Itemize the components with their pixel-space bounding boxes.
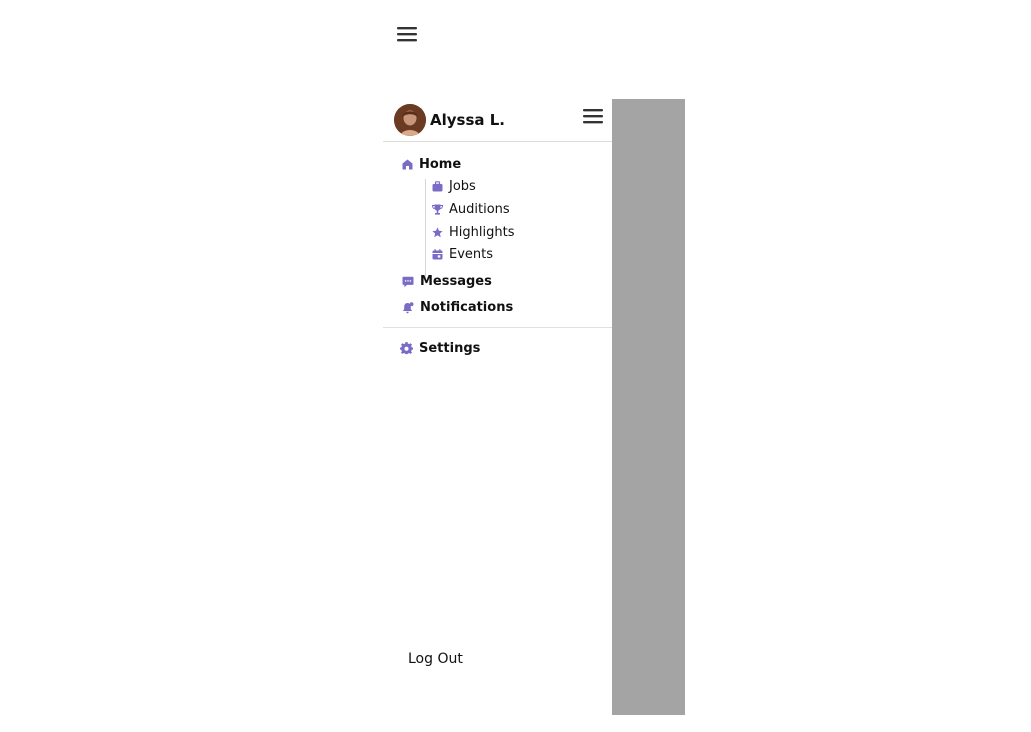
logout-button[interactable]: Log Out — [408, 651, 463, 667]
trophy-icon — [432, 204, 443, 215]
nav-item-notifications[interactable]: Notifications — [402, 300, 513, 315]
nav-item-events[interactable]: Events — [432, 247, 493, 262]
bell-icon — [402, 301, 414, 313]
briefcase-icon — [432, 181, 443, 192]
message-icon — [402, 276, 414, 287]
nav-item-settings[interactable]: Settings — [400, 341, 480, 356]
side-drawer: Alyssa L. Home Jobs Auditions Highlights… — [383, 99, 612, 715]
home-icon — [402, 159, 413, 170]
nav-label-settings: Settings — [419, 341, 481, 356]
user-name[interactable]: Alyssa L. — [430, 111, 505, 129]
drawer-overlay[interactable] — [612, 99, 685, 715]
avatar[interactable] — [394, 104, 426, 136]
nav-item-messages[interactable]: Messages — [402, 274, 492, 289]
hamburger-menu-icon[interactable] — [582, 106, 604, 126]
nav-label-notifications: Notifications — [420, 300, 514, 315]
nav-label-events: Events — [449, 247, 494, 262]
avatar-image — [394, 104, 426, 136]
star-icon — [432, 227, 443, 238]
calendar-icon — [432, 249, 443, 260]
nav-divider — [383, 327, 612, 328]
nav-label-jobs: Jobs — [449, 179, 476, 194]
nav-label-auditions: Auditions — [449, 202, 510, 217]
nav-label-messages: Messages — [420, 274, 492, 289]
nav-item-home[interactable]: Home — [402, 157, 461, 172]
gear-icon — [400, 342, 413, 355]
hamburger-menu-icon[interactable] — [396, 24, 418, 44]
nav-item-auditions[interactable]: Auditions — [432, 202, 510, 217]
nav-label-highlights: Highlights — [449, 225, 515, 240]
nav-item-highlights[interactable]: Highlights — [432, 225, 514, 240]
nav-label-home: Home — [419, 157, 462, 172]
subtree-line — [425, 179, 426, 279]
drawer-header: Alyssa L. — [383, 99, 612, 142]
nav-item-jobs[interactable]: Jobs — [432, 179, 476, 194]
